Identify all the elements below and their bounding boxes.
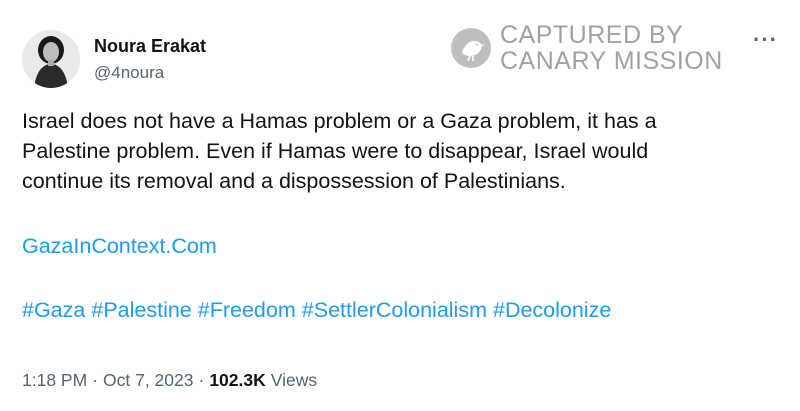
tweet-date[interactable]: Oct 7, 2023 [103, 370, 193, 391]
views-label: Views [270, 370, 318, 390]
hashtag-gaza[interactable]: #Gaza [22, 298, 85, 323]
watermark: CAPTURED BY CANARY MISSION [450, 22, 723, 74]
tweet-text: Israel does not have a Hamas problem or … [22, 106, 762, 196]
author-display-name[interactable]: Noura Erakat [94, 36, 206, 57]
tweet-text-line: continue its removal and a dispossession… [22, 169, 566, 193]
tweet-time[interactable]: 1:18 PM [22, 370, 87, 391]
tweet-meta: 1:18 PM · Oct 7, 2023 · 102.3K Views [22, 370, 317, 391]
avatar-image [22, 30, 80, 88]
author-handle[interactable]: @4noura [94, 63, 164, 83]
hashtag-palestine[interactable]: #Palestine [91, 298, 191, 323]
avatar[interactable] [22, 30, 80, 88]
hashtag-decolonize[interactable]: #Decolonize [493, 298, 611, 323]
tweet-text-line: Israel does not have a Hamas problem or … [22, 109, 657, 133]
meta-separator: · [198, 370, 205, 390]
hashtag-list: #Gaza #Palestine #Freedom #SettlerColoni… [22, 298, 611, 323]
watermark-line-2: CANARY MISSION [500, 47, 723, 75]
hashtag-settlercolonialism[interactable]: #SettlerColonialism [302, 298, 487, 323]
more-options-icon[interactable]: ··· [753, 29, 778, 51]
hashtag-freedom[interactable]: #Freedom [198, 298, 296, 323]
meta-separator: · [92, 370, 99, 390]
views-count: 102.3K [209, 370, 266, 390]
tweet-link[interactable]: GazaInContext.Com [22, 234, 217, 259]
watermark-line-1: CAPTURED BY [500, 21, 684, 49]
tweet-card: Noura Erakat @4noura CAPTURED BY CANARY … [0, 0, 800, 411]
tweet-text-line: Palestine problem. Even if Hamas were to… [22, 139, 649, 163]
bird-icon [451, 28, 491, 68]
